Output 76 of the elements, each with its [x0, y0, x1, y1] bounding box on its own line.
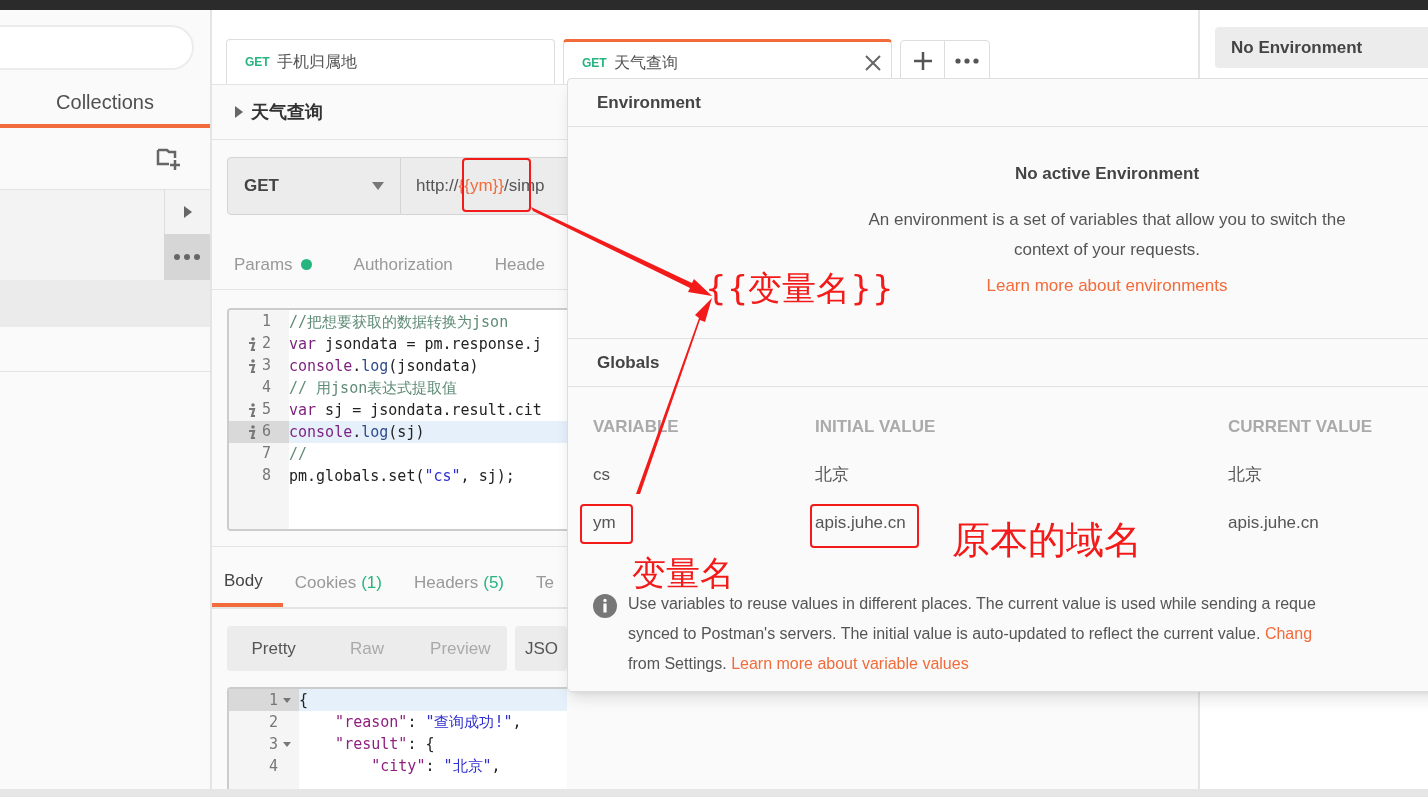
caret-icon: [372, 181, 384, 190]
info-icon: [593, 594, 617, 618]
line-number: 2: [261, 333, 271, 355]
note-text: from Settings.: [628, 654, 728, 674]
code-line: // 用json表达式提取值: [289, 377, 459, 399]
note-text: synced to Postman's servers. The initial value is auto-updated to reflect the current value.: [628, 624, 1262, 644]
method-select[interactable]: GET: [227, 156, 401, 215]
method-label: GET: [245, 54, 270, 71]
learn-more-link[interactable]: Learn more about environments: [986, 272, 1228, 298]
code-line: var jsondata = pm.response.j: [289, 333, 543, 355]
code-line: //把想要获取的数据转换为json: [289, 311, 510, 333]
response-tab[interactable]: Cookies (1): [282, 557, 402, 608]
language-select[interactable]: JSO: [515, 626, 567, 672]
empty-title: No active Environment: [1014, 163, 1200, 185]
settings-link[interactable]: Learn more about variable values: [731, 649, 969, 679]
close-icon[interactable]: [865, 55, 881, 71]
line-number: 5: [261, 399, 271, 421]
request-section-tab[interactable]: Params: [234, 251, 312, 277]
highlight-box: [580, 504, 633, 544]
section-title: Globals: [597, 351, 660, 374]
request-section-tab[interactable]: Heade: [494, 251, 545, 277]
fold-icon[interactable]: [283, 741, 291, 747]
request-name: 天气查询: [251, 100, 323, 125]
new-collection-icon[interactable]: [156, 146, 182, 171]
response-tab[interactable]: Body: [212, 557, 283, 608]
response-tab[interactable]: Headers (5): [401, 557, 524, 608]
line-number: 4: [261, 377, 271, 399]
code-line: //: [289, 443, 309, 465]
environment-select[interactable]: No Environment: [1215, 27, 1428, 68]
code-line: "reason": "查询成功!",: [334, 712, 523, 734]
caret-icon[interactable]: [235, 105, 243, 118]
line-number: 3: [261, 355, 271, 377]
line-number: 7: [261, 443, 271, 465]
table-cell-text: cs: [593, 464, 610, 487]
tab-title: 天气查询: [613, 53, 678, 73]
response-tab[interactable]: Te: [524, 557, 567, 608]
method-label: GET: [582, 55, 607, 72]
format-button[interactable]: Raw: [320, 626, 414, 672]
more-icon: [955, 58, 979, 64]
plus-icon: [912, 51, 933, 71]
code-line: "city": "北京",: [370, 756, 502, 778]
annotation-text: {{变量名}}: [705, 268, 894, 308]
table-cell-text: 北京: [815, 464, 849, 487]
caret-icon: [183, 206, 192, 218]
table-cell-text: ym: [593, 512, 616, 535]
horizontal-scrollbar[interactable]: [0, 789, 1428, 797]
line-number: 3: [268, 733, 278, 755]
line-number: 1: [268, 689, 278, 711]
line-number: 2: [268, 711, 278, 733]
note-text: Use variables to reuse values in different places. The current value is used while sending a reque: [628, 594, 1316, 614]
empty-description: An environment is a set of variables that allow you to switch the context of your requests.: [867, 208, 1347, 261]
table-cell-text: apis.juhe.cn: [815, 512, 906, 535]
line-number: 1: [261, 311, 271, 333]
column-header: INITIAL VALUE: [815, 416, 937, 439]
request-tab[interactable]: GET 手机归属地: [226, 39, 555, 84]
annotation-text: 原本的域名: [952, 517, 1142, 563]
annotation-text: 变量名: [632, 555, 734, 591]
more-button[interactable]: [164, 234, 210, 280]
code-line: pm.globals.set("cs", sj);: [289, 465, 516, 487]
code-line: console.log(jsondata): [289, 355, 480, 377]
code-line: var sj = jsondata.result.cit: [289, 399, 543, 421]
line-number: 6: [261, 421, 271, 443]
table-cell-text: 北京: [1228, 464, 1262, 487]
more-icon: [174, 254, 200, 260]
tab-title: 手机归属地: [276, 52, 357, 72]
code-line: "result": {: [334, 734, 436, 756]
line-number: 8: [261, 465, 271, 487]
table-cell-text: apis.juhe.cn: [1228, 512, 1319, 535]
column-header: CURRENT VALUE: [1228, 416, 1374, 439]
fold-icon[interactable]: [283, 697, 291, 703]
format-button[interactable]: Preview: [413, 626, 507, 672]
format-button[interactable]: Pretty: [227, 626, 321, 672]
request-section-tab[interactable]: Authorization: [353, 251, 453, 277]
line-number: 4: [268, 755, 278, 777]
popover-title: Environment: [597, 91, 701, 114]
settings-link[interactable]: Chang: [1264, 619, 1313, 649]
